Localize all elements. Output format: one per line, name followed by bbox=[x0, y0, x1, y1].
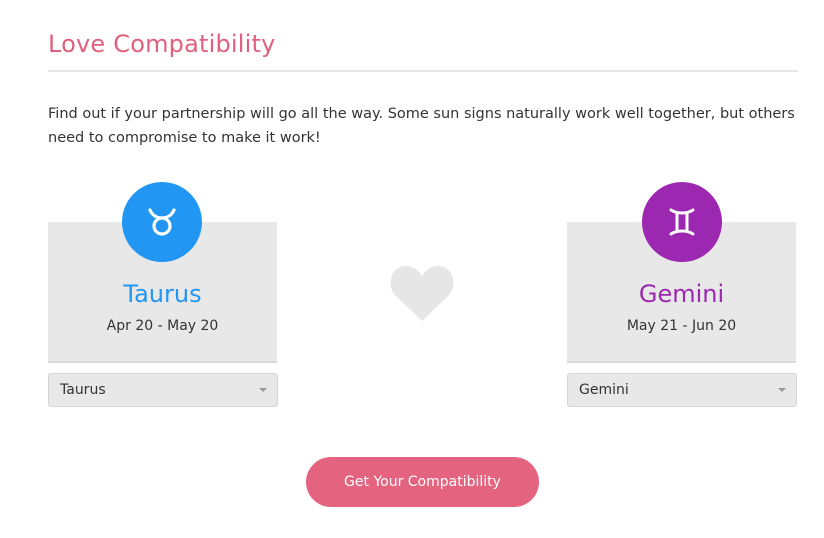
taurus-icon bbox=[148, 208, 176, 236]
title-divider bbox=[48, 70, 798, 72]
page-title: Love Compatibility bbox=[48, 30, 276, 58]
left-sign-select[interactable]: Taurus bbox=[48, 373, 278, 407]
left-sign-name: Taurus bbox=[123, 280, 202, 308]
chevron-down-icon bbox=[259, 388, 267, 392]
gemini-icon bbox=[669, 208, 695, 236]
intro-text: Find out if your partnership will go all… bbox=[48, 106, 795, 146]
gemini-badge bbox=[642, 182, 722, 262]
taurus-badge bbox=[122, 182, 202, 262]
right-sign-select-value: Gemini bbox=[579, 382, 629, 398]
right-sign-select[interactable]: Gemini bbox=[567, 373, 797, 407]
right-sign-dates: May 21 - Jun 20 bbox=[626, 318, 737, 334]
heart-shape bbox=[390, 266, 454, 321]
get-compatibility-button[interactable]: Get Your Compatibility bbox=[306, 457, 539, 507]
heart-icon bbox=[390, 266, 454, 321]
right-sign-name: Gemini bbox=[638, 280, 725, 308]
left-sign-select-value: Taurus bbox=[60, 382, 106, 398]
left-sign-dates: Apr 20 - May 20 bbox=[106, 318, 219, 334]
chevron-down-icon bbox=[778, 388, 786, 392]
